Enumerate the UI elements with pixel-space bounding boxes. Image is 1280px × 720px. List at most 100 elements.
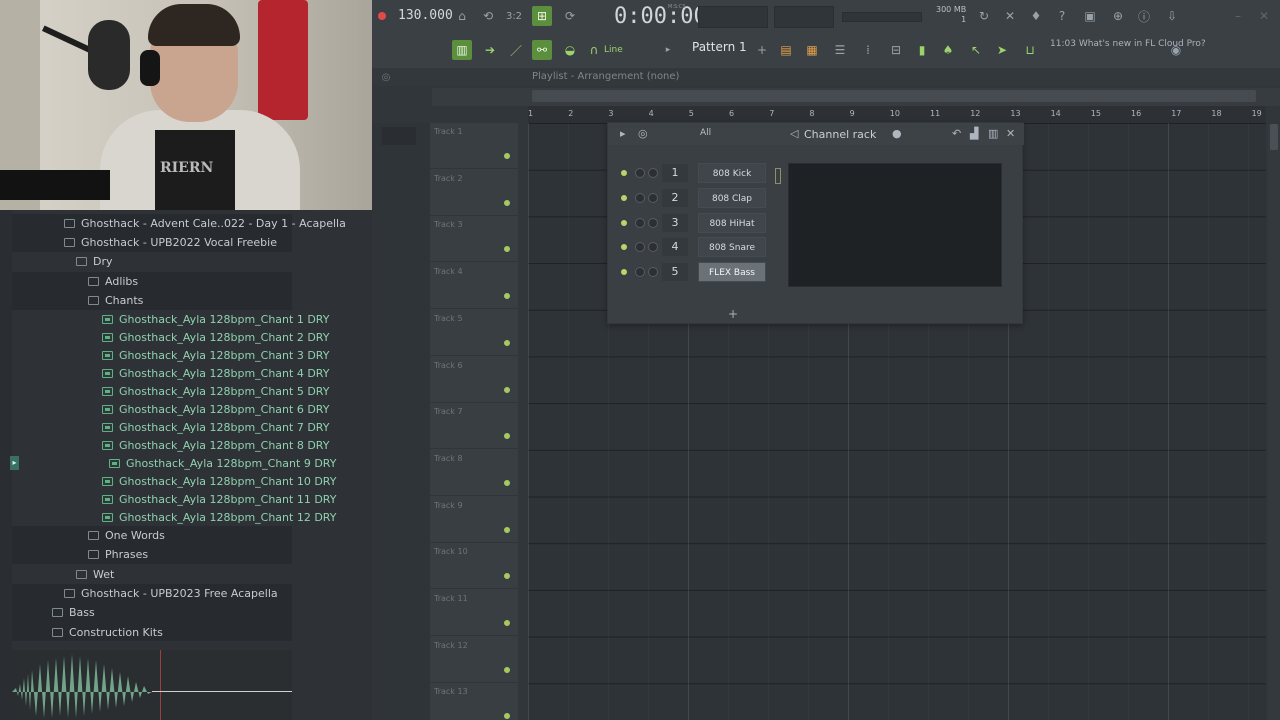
channel-mute-led-icon[interactable]	[621, 244, 627, 251]
track-active-led-icon[interactable]	[504, 199, 510, 206]
channel-pan-knob-icon[interactable]	[635, 267, 645, 278]
channel-mute-led-icon[interactable]	[621, 219, 627, 226]
track-active-led-icon[interactable]	[504, 573, 510, 580]
browser-icon[interactable]: ⊟	[886, 40, 906, 60]
save-icon[interactable]: ▣	[1080, 6, 1100, 26]
vertical-scrollbar[interactable]	[1268, 124, 1280, 720]
undo-icon[interactable]: ↶	[952, 127, 961, 140]
track-header[interactable]: Track 9	[430, 497, 518, 543]
track-active-led-icon[interactable]	[504, 433, 510, 440]
track-active-led-icon[interactable]	[504, 293, 510, 300]
collapse-arrow-icon[interactable]: ▸	[10, 456, 19, 470]
step-view-icon[interactable]: ▥	[988, 127, 998, 140]
track-header[interactable]: Track 6	[430, 357, 518, 403]
loop-icon[interactable]: ⟲	[478, 6, 498, 26]
vertical-scroll-thumb[interactable]	[1270, 124, 1278, 150]
track-active-led-icon[interactable]	[504, 713, 510, 720]
song-time-display[interactable]: 0:00:00	[614, 4, 707, 29]
channel-mute-led-icon[interactable]	[621, 170, 627, 176]
add-channel-button[interactable]: +	[728, 307, 738, 321]
browser-folder[interactable]: Ghosthack - Advent Cale..022 - Day 1 - A…	[64, 214, 346, 233]
snap-mode-label[interactable]: Line	[604, 45, 623, 55]
channel-name-button[interactable]: 808 Clap	[698, 187, 766, 208]
playlist-icon[interactable]: ▤	[776, 40, 796, 60]
clipboard-icon[interactable]: ▮	[912, 40, 932, 60]
typing-keyboard-icon[interactable]: ⊞	[532, 6, 552, 26]
account-icon[interactable]: ◉	[1166, 40, 1186, 60]
track-header[interactable]: Track 3	[430, 216, 518, 263]
cart-icon[interactable]: ⊔	[1020, 40, 1040, 60]
browser-sample[interactable]: Ghosthack_Ayla 128bpm_Chant 12 DRY	[102, 508, 336, 527]
track-header[interactable]: Track 2	[430, 170, 518, 216]
channel-mixer-track[interactable]: 3	[662, 213, 688, 232]
track-header[interactable]: Track 12	[430, 637, 518, 683]
minimize-icon[interactable]: –	[1228, 6, 1248, 26]
rack-swing-icon[interactable]: ◎	[638, 127, 648, 140]
channel-name-button[interactable]: 808 Snare	[698, 237, 766, 258]
browser-folder[interactable]: Ghosthack - UPB2022 Vocal Freebie	[64, 233, 277, 252]
browser-sample[interactable]: Ghosthack_Ayla 128bpm_Chant 4 DRY	[102, 364, 329, 383]
browser-folder[interactable]: Phrases	[88, 545, 148, 564]
info-icon[interactable]: ⓘ	[1134, 6, 1154, 26]
help-icon[interactable]: ?	[1052, 6, 1072, 26]
channel-pan-knob-icon[interactable]	[635, 217, 645, 228]
channel-name-button[interactable]: 808 Kick	[698, 163, 766, 183]
track-header[interactable]: Track 10	[430, 543, 518, 590]
browser-folder[interactable]: One Words	[88, 526, 165, 545]
channel-mixer-track[interactable]: 5	[662, 263, 688, 282]
channel-pan-knob-icon[interactable]	[635, 192, 645, 203]
graph-icon[interactable]: ▟	[970, 127, 978, 140]
browser-folder[interactable]: Wet	[76, 565, 114, 584]
browser-folder[interactable]: Adlibs	[88, 272, 138, 291]
swing-knob-icon[interactable]: ●	[892, 127, 902, 140]
channel-name-button[interactable]: FLEX Bass	[698, 262, 766, 283]
channel-row[interactable]: 2 808 Clap	[608, 186, 1024, 210]
piano-roll-view-icon[interactable]: ⁞	[858, 40, 878, 60]
browser-sample[interactable]: Ghosthack_Ayla 128bpm_Chant 1 DRY	[102, 310, 329, 329]
pattern-selector[interactable]: Pattern 1	[692, 40, 747, 54]
arrow-right-icon[interactable]: ➔	[480, 40, 500, 60]
track-active-led-icon[interactable]	[504, 526, 510, 533]
channel-pan-knob-icon[interactable]	[635, 168, 645, 178]
browser-folder[interactable]: Chants	[88, 291, 143, 310]
countdown-icon[interactable]: ⟳	[560, 6, 580, 26]
browser-folder[interactable]: Construction Kits	[52, 623, 163, 642]
track-header[interactable]: Track 1	[430, 123, 518, 169]
record-icon[interactable]	[378, 12, 386, 20]
tools-icon[interactable]: ✕	[1000, 6, 1020, 26]
channel-volume-knob-icon[interactable]	[648, 217, 658, 228]
browser-sample[interactable]: Ghosthack_Ayla 128bpm_Chant 10 DRY	[102, 472, 336, 491]
channel-row[interactable]: 4 808 Snare	[608, 235, 1024, 259]
horizontal-scrollbar[interactable]	[532, 90, 1256, 102]
close-rack-icon[interactable]: ✕	[1006, 127, 1015, 140]
track-header[interactable]: Track 5	[430, 310, 518, 356]
channel-name-button[interactable]: 808 HiHat	[698, 212, 766, 233]
magnet-icon[interactable]: ◒	[560, 40, 580, 60]
touch-icon[interactable]: ↖	[966, 40, 986, 60]
browser-sample[interactable]: Ghosthack_Ayla 128bpm_Chant 8 DRY	[102, 436, 329, 455]
metronome-icon[interactable]: ⌂	[452, 6, 472, 26]
browser-folder[interactable]: Ghosthack - UPB2023 Free Acapella	[64, 584, 278, 603]
browser-folder[interactable]: Dry	[76, 252, 113, 271]
channel-mute-led-icon[interactable]	[621, 269, 627, 276]
track-active-led-icon[interactable]	[504, 153, 510, 159]
link-icon[interactable]: ⚯	[532, 40, 552, 60]
track-active-led-icon[interactable]	[504, 479, 510, 486]
track-active-led-icon[interactable]	[504, 620, 510, 626]
add-pattern-icon[interactable]: +	[752, 40, 772, 60]
browser-sample[interactable]: Ghosthack_Ayla 128bpm_Chant 9 DRY	[109, 454, 336, 473]
browser-sample[interactable]: Ghosthack_Ayla 128bpm_Chant 3 DRY	[102, 346, 329, 365]
channel-row[interactable]: 1 808 Kick	[608, 161, 1024, 185]
pattern-prev-icon[interactable]: ▸	[658, 40, 678, 60]
channel-row[interactable]: 3 808 HiHat	[608, 211, 1024, 235]
channel-mixer-track[interactable]: 1	[662, 164, 688, 182]
track-header[interactable]: Track 13	[430, 683, 518, 720]
bar-ruler[interactable]: 1 2 3 4 5 6 7 8 9 10 11 12 13 14 15 16 17 18 19	[528, 106, 1266, 123]
track-active-led-icon[interactable]	[504, 666, 510, 673]
browser-sample[interactable]: Ghosthack_Ayla 128bpm_Chant 2 DRY	[102, 328, 329, 347]
channel-filter[interactable]: All	[700, 128, 711, 138]
channel-mute-led-icon[interactable]	[621, 194, 627, 201]
rack-arrow-icon[interactable]: ▸	[620, 127, 626, 140]
track-active-led-icon[interactable]	[504, 339, 510, 346]
brush-icon[interactable]: ／	[506, 40, 526, 60]
